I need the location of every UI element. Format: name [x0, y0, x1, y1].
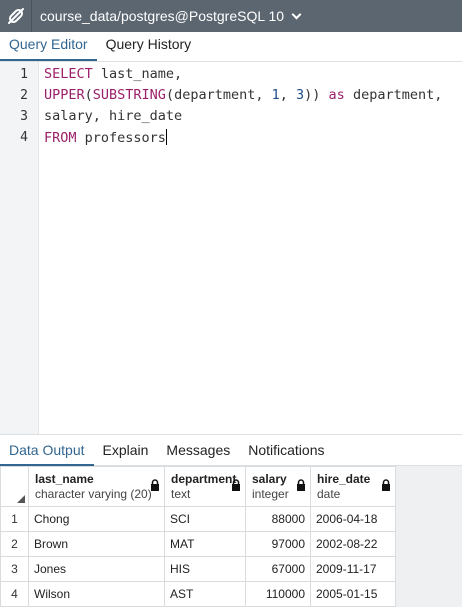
column-name: last_name: [35, 472, 94, 486]
lock-icon: [297, 479, 305, 491]
sql-keyword: as: [328, 87, 345, 103]
row-number[interactable]: 3: [0, 556, 29, 582]
cell-last-name[interactable]: Brown: [28, 531, 165, 557]
results-grid: last_name character varying (20) departm…: [0, 466, 462, 607]
cell-salary[interactable]: 110000: [245, 581, 311, 607]
lock-icon: [151, 479, 159, 491]
tab-messages[interactable]: Messages: [157, 435, 239, 466]
sql-keyword: FROM: [44, 130, 77, 146]
cell-department[interactable]: HIS: [164, 556, 246, 582]
code-line: SELECT last_name,: [44, 66, 182, 82]
output-tabs: Data Output Explain Messages Notificatio…: [0, 434, 462, 466]
cell-hire-date[interactable]: 2005-01-15: [310, 581, 396, 607]
sql-number: 3: [296, 87, 305, 103]
editor-tabs: Query Editor Query History: [0, 32, 462, 62]
cell-salary[interactable]: 97000: [245, 531, 311, 557]
column-header-hire-date[interactable]: hire_date date: [310, 466, 396, 507]
cell-department[interactable]: SCI: [164, 506, 246, 532]
connection-selector[interactable]: course_data/postgres@PostgreSQL 10: [32, 8, 302, 24]
sql-editor[interactable]: 1 2 3 4 SELECT last_name, UPPER(SUBSTRIN…: [0, 62, 462, 434]
line-number: 1: [20, 67, 28, 82]
connection-title: course_data/postgres@PostgreSQL 10: [40, 8, 285, 24]
tab-notifications[interactable]: Notifications: [239, 435, 333, 466]
sql-text: (: [84, 87, 93, 103]
chevron-down-icon: [291, 9, 302, 19]
sql-text: )): [304, 87, 329, 103]
column-header-department[interactable]: department text: [164, 466, 246, 507]
disconnect-icon[interactable]: [0, 0, 32, 32]
cell-last-name[interactable]: Chong: [28, 506, 165, 532]
sql-number: 1: [271, 87, 280, 103]
lock-icon: [232, 479, 240, 491]
line-number-gutter: 1 2 3 4: [0, 62, 39, 434]
sql-keyword: UPPER: [44, 87, 85, 103]
cell-department[interactable]: MAT: [164, 531, 246, 557]
sql-keyword: SUBSTRING: [92, 87, 166, 103]
sql-text: last_name,: [92, 66, 183, 82]
code-line: FROM professors: [44, 129, 167, 146]
tab-query-editor[interactable]: Query Editor: [0, 32, 97, 61]
sql-text: professors: [76, 130, 166, 146]
text-cursor: [165, 129, 167, 145]
row-number[interactable]: 4: [0, 581, 29, 607]
cell-hire-date[interactable]: 2006-04-18: [310, 506, 396, 532]
sql-keyword: SELECT: [44, 66, 93, 82]
cell-hire-date[interactable]: 2009-11-17: [310, 556, 396, 582]
sql-text: (department,: [165, 87, 272, 103]
column-header-salary[interactable]: salary integer: [245, 466, 311, 507]
table-row[interactable]: 3 Jones HIS 67000 2009-11-17: [0, 556, 396, 582]
select-all-corner[interactable]: [0, 466, 29, 507]
results-table: last_name character varying (20) departm…: [0, 466, 396, 607]
code-line: UPPER(SUBSTRING(department, 1, 3)) as de…: [44, 87, 442, 103]
sql-text: ,: [279, 87, 297, 103]
lock-icon: [382, 479, 390, 491]
column-header-last-name[interactable]: last_name character varying (20): [28, 466, 165, 507]
tab-explain[interactable]: Explain: [94, 435, 158, 466]
sql-text: salary, hire_date: [44, 108, 183, 124]
row-number[interactable]: 2: [0, 531, 29, 557]
cell-salary[interactable]: 88000: [245, 506, 311, 532]
cell-last-name[interactable]: Wilson: [28, 581, 165, 607]
table-row[interactable]: 1 Chong SCI 88000 2006-04-18: [0, 506, 396, 532]
header-row: last_name character varying (20) departm…: [0, 466, 396, 507]
column-type: date: [317, 487, 341, 501]
cell-department[interactable]: AST: [164, 581, 246, 607]
tab-data-output[interactable]: Data Output: [0, 435, 94, 466]
connection-bar: course_data/postgres@PostgreSQL 10: [0, 0, 462, 32]
row-number[interactable]: 1: [0, 506, 29, 532]
tab-query-history[interactable]: Query History: [97, 32, 201, 61]
column-name: hire_date: [317, 472, 371, 486]
line-number: 4: [20, 130, 28, 145]
sql-text: department,: [344, 87, 443, 103]
table-row[interactable]: 2 Brown MAT 97000 2002-08-22: [0, 531, 396, 557]
cell-hire-date[interactable]: 2002-08-22: [310, 531, 396, 557]
table-row[interactable]: 4 Wilson AST 110000 2005-01-15: [0, 581, 396, 607]
cell-last-name[interactable]: Jones: [28, 556, 165, 582]
code-line: salary, hire_date: [44, 108, 182, 124]
line-number: 2: [20, 88, 28, 103]
cell-salary[interactable]: 67000: [245, 556, 311, 582]
column-type: character varying (20): [35, 487, 152, 501]
line-number: 3: [20, 109, 28, 124]
corner-triangle-icon: [17, 495, 25, 503]
